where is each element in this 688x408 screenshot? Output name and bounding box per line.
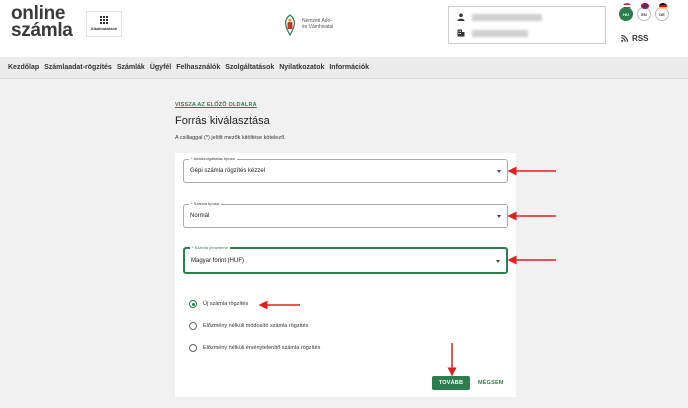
next-button[interactable]: TOVÁBB xyxy=(432,376,470,390)
radio-modifying-invoice-label: Előzmény nélküli módosító számla rögzíté… xyxy=(203,323,309,329)
menu-item-szolgaltatasok[interactable]: Szolgáltatások xyxy=(225,64,274,71)
data-service-type-select[interactable]: * Adatszolgáltatás típusa Gépi számla rö… xyxy=(183,156,508,183)
user-info-box xyxy=(448,6,606,44)
menu-item-felhasznalok[interactable]: Felhasználók xyxy=(176,64,220,71)
company-row xyxy=(457,29,528,37)
apps-button[interactable]: Alkalmazások xyxy=(86,11,122,37)
radio-cancelling-invoice[interactable]: Előzmény nélküli érvénytelenítő számla r… xyxy=(189,344,320,352)
main-menu: Kezdőlap Számlaadat-rögzítés Számlák Ügy… xyxy=(0,57,688,79)
authority-name: Nemzeti Adó- és Vámhivatal xyxy=(302,18,333,30)
menu-item-szamlaadat-rogzites[interactable]: Számlaadat-rögzítés xyxy=(44,64,112,71)
data-service-type-label: * Adatszolgáltatás típusa xyxy=(189,156,237,161)
germany-flag-icon xyxy=(659,3,667,9)
nav-emblem-icon xyxy=(285,14,295,36)
chevron-down-icon xyxy=(497,215,501,218)
uk-flag-icon xyxy=(641,3,649,9)
menu-item-ugyfel[interactable]: Ügyfél xyxy=(150,64,171,71)
invoice-currency-value: Magyar forint (HUF) xyxy=(191,258,245,264)
menu-item-kezdolap[interactable]: Kezdőlap xyxy=(8,64,39,71)
data-service-type-value: Gépi számla rögzítés kézzel xyxy=(190,168,266,174)
header: online számla Alkalmazások Nemzeti Adó- … xyxy=(0,0,688,57)
lang-de-label: DE xyxy=(659,11,665,17)
radio-modifying-invoice[interactable]: Előzmény nélküli módosító számla rögzíté… xyxy=(189,322,308,330)
invoice-type-select[interactable]: * Számla típusa Normál xyxy=(183,201,508,228)
lang-hu-button[interactable]: HU xyxy=(619,3,633,21)
invoice-currency-label: * Számla pénzneme xyxy=(190,245,230,250)
lang-en-label: EN xyxy=(641,11,647,17)
building-icon xyxy=(457,29,465,37)
language-switcher: HU EN DE xyxy=(619,3,669,21)
rss-label: RSS xyxy=(632,34,649,43)
lang-hu-label: HU xyxy=(623,11,629,17)
rss-link[interactable]: RSS xyxy=(621,34,648,43)
source-selection-form: * Adatszolgáltatás típusa Gépi számla rö… xyxy=(175,153,516,397)
user-row xyxy=(457,13,542,21)
page-title: Forrás kiválasztása xyxy=(175,115,270,127)
menu-item-szamlak[interactable]: Számlák xyxy=(117,64,145,71)
cancel-button[interactable]: MÉGSEM xyxy=(478,376,504,390)
online-szamla-logo[interactable]: online számla xyxy=(11,4,73,41)
radio-button-selected-icon xyxy=(189,300,197,308)
invoice-currency-select[interactable]: * Számla pénzneme Magyar forint (HUF) xyxy=(183,245,508,274)
invoice-type-value: Normál xyxy=(190,213,210,219)
chevron-down-icon xyxy=(497,170,501,173)
radio-new-invoice-label: Új számla rögzítés xyxy=(203,301,249,307)
menu-item-nyilatkozatok[interactable]: Nyilatkozatok xyxy=(279,64,324,71)
invoice-type-label: * Számla típusa xyxy=(189,201,222,206)
radio-button-icon xyxy=(189,322,197,330)
hungary-flag-icon xyxy=(623,3,631,9)
authority-line2: és Vámhivatal xyxy=(302,24,334,30)
person-icon xyxy=(457,13,465,21)
radio-button-icon xyxy=(189,344,197,352)
chevron-down-icon xyxy=(496,260,500,263)
radio-new-invoice[interactable]: Új számla rögzítés xyxy=(189,300,248,308)
required-fields-note: A csillaggal (*) jelölt mezők kitöltése … xyxy=(175,135,286,141)
menu-item-informaciok[interactable]: Információk xyxy=(329,64,369,71)
apps-label: Alkalmazások xyxy=(90,26,118,31)
rss-icon xyxy=(621,35,628,42)
apps-grid-icon xyxy=(100,16,108,24)
lang-de-button[interactable]: DE xyxy=(655,3,669,21)
redacted-company-name xyxy=(472,29,528,37)
logo-line2: számla xyxy=(11,20,73,41)
back-link[interactable]: VISSZA AZ ELŐZŐ OLDALRA xyxy=(175,102,257,108)
redacted-user-name xyxy=(472,13,542,21)
radio-cancelling-invoice-label: Előzmény nélküli érvénytelenítő számla r… xyxy=(203,345,321,351)
lang-en-button[interactable]: EN xyxy=(637,3,651,21)
